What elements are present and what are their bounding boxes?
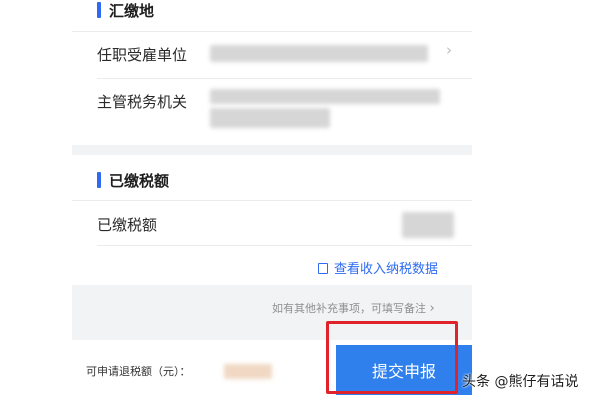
paid-tax-card: 已缴税额 已缴税额 查看收入纳税数据: [72, 155, 472, 285]
section-accent-bar: [97, 2, 101, 18]
tax-form-screen: 汇缴地 任职受雇单位 › 主管税务机关 已缴税额 已缴税额 查看收入纳税数据 如…: [72, 0, 472, 400]
refund-amount-redacted: [224, 364, 272, 379]
tax-authority-value-redacted: [210, 89, 440, 104]
tax-authority-label: 主管税务机关: [97, 93, 188, 111]
section-title-remittance: 汇缴地: [109, 2, 155, 20]
watermark-text: 头条 @熊仔有话说: [462, 374, 579, 390]
section-accent-bar: [97, 172, 101, 188]
view-income-tax-data-text: 查看收入纳税数据: [334, 262, 439, 277]
supplement-remark-text: 如有其他补充事项，可填写备注: [272, 302, 426, 315]
paid-tax-value-redacted: [402, 212, 454, 238]
tax-authority-value-redacted-2: [210, 108, 330, 128]
divider: [72, 31, 472, 32]
employer-value-redacted: [210, 45, 428, 62]
highlight-annotation-box: [326, 321, 458, 394]
divider: [72, 200, 472, 201]
chevron-right-icon: ›: [446, 41, 452, 59]
chevron-right-icon: ›: [429, 301, 435, 316]
view-income-tax-data-link[interactable]: 查看收入纳税数据: [318, 258, 438, 277]
supplement-remark-link[interactable]: 如有其他补充事项，可填写备注 ›: [272, 300, 435, 316]
refund-amount-label: 可申请退税额（元）：: [86, 365, 191, 378]
remittance-card: 汇缴地 任职受雇单位 › 主管税务机关: [72, 0, 472, 145]
edit-document-icon: [318, 263, 328, 274]
section-title-paid-tax: 已缴税额: [109, 172, 170, 190]
paid-tax-label: 已缴税额: [97, 216, 158, 234]
employer-label: 任职受雇单位: [97, 46, 188, 64]
divider: [97, 78, 472, 79]
divider: [97, 245, 472, 246]
